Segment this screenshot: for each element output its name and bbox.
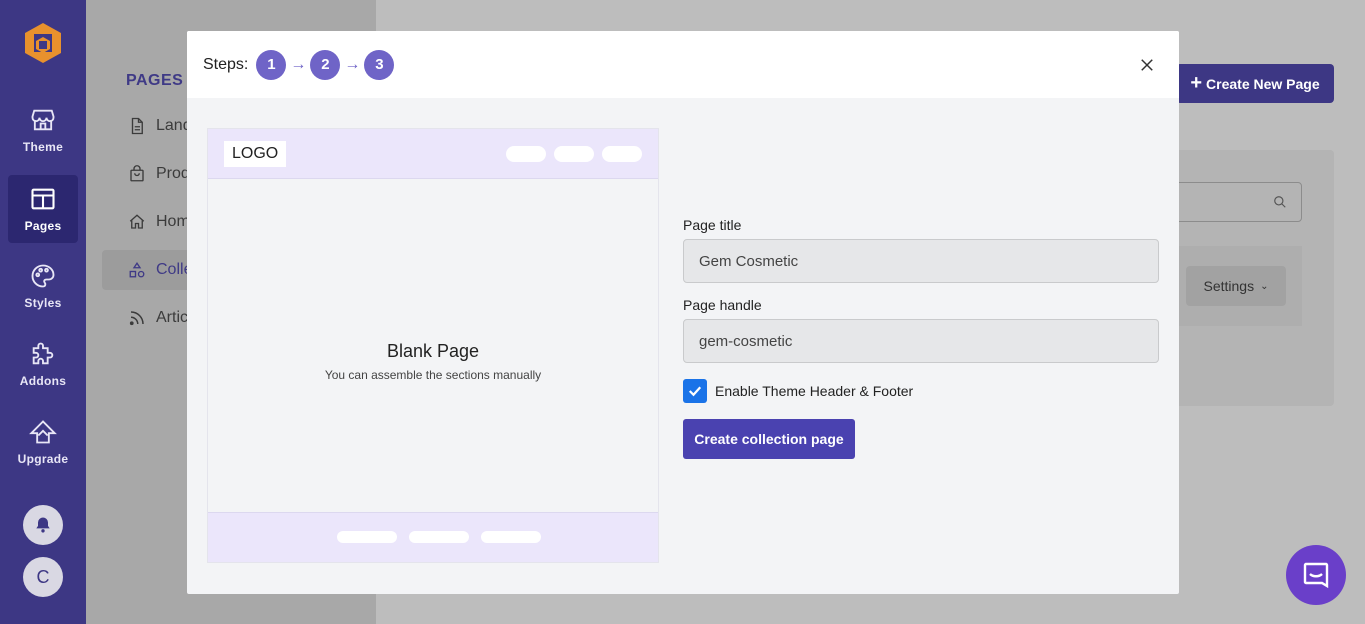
sidebar-item-label: Prod	[156, 165, 190, 182]
palette-icon	[31, 264, 55, 288]
sidebar-item-label: Artic	[156, 309, 188, 326]
modal-header: Steps: 1 → 2 → 3	[187, 31, 1179, 98]
app-rail: Theme Pages Styles Addons Upgrade C	[0, 0, 86, 624]
rail-item-styles[interactable]: Styles	[8, 252, 78, 320]
preview-title: Blank Page	[386, 341, 480, 361]
header-footer-checkbox[interactable]	[683, 379, 707, 403]
settings-label: Settings	[1203, 278, 1255, 294]
create-new-page-label: Create New Page	[1206, 75, 1320, 92]
bag-icon	[130, 165, 144, 182]
chat-icon	[1303, 562, 1329, 589]
notification-button[interactable]	[23, 505, 63, 545]
preview-nav-pill	[554, 146, 594, 162]
bell-icon	[36, 517, 50, 533]
settings-button[interactable]: Settings ⌄	[1186, 266, 1286, 306]
close-icon	[1141, 59, 1153, 71]
rail-item-addons[interactable]: Addons	[8, 330, 78, 398]
preview-footer-pill	[481, 531, 541, 543]
preview-body: Blank Page You can assemble the sections…	[208, 341, 658, 382]
create-new-page-button[interactable]: + Create New Page	[1176, 64, 1334, 103]
preview-header: LOGO	[208, 129, 658, 179]
rail-item-upgrade[interactable]: Upgrade	[8, 408, 78, 476]
puzzle-icon	[32, 342, 54, 365]
rail-item-label: Theme	[22, 140, 64, 154]
search-icon	[1274, 196, 1286, 208]
rail-item-label: Pages	[24, 219, 62, 233]
step-1[interactable]: 1	[256, 49, 287, 80]
preview-footer-pill	[337, 531, 397, 543]
preview-nav-pill	[506, 146, 546, 162]
arrow-right-icon: →	[344, 55, 361, 73]
chat-launcher-button[interactable]	[1286, 545, 1346, 605]
layout-icon	[31, 188, 55, 210]
header-footer-option: Enable Theme Header & Footer	[683, 379, 1159, 403]
arrow-right-icon: →	[290, 55, 307, 73]
page-preview: LOGO Blank Page You can assemble the sec…	[207, 128, 659, 563]
page-form: Page title Page handle Enable Theme Head…	[683, 217, 1159, 459]
close-button[interactable]	[1135, 53, 1159, 77]
page-title-label: Page title	[683, 217, 742, 233]
step-3[interactable]: 3	[364, 49, 395, 80]
rail-item-theme[interactable]: Theme	[8, 96, 78, 164]
search-input[interactable]	[1160, 182, 1302, 222]
avatar-letter: C	[36, 566, 50, 587]
step-2[interactable]: 2	[310, 49, 341, 80]
header-footer-label: Enable Theme Header & Footer	[715, 383, 914, 399]
create-page-modal: Steps: 1 → 2 → 3 LOGO Blank Page You can…	[187, 31, 1179, 594]
store-icon	[31, 109, 55, 131]
steps-label: Steps:	[203, 55, 249, 73]
rail-item-pages[interactable]: Pages	[8, 175, 78, 243]
plus-icon: +	[1190, 72, 1203, 94]
preview-subtitle: You can assemble the sections manually	[324, 368, 542, 382]
preview-nav-pill	[602, 146, 642, 162]
home-icon	[129, 214, 145, 229]
chevron-down-icon: ⌄	[1260, 280, 1269, 292]
preview-logo: LOGO	[224, 141, 287, 167]
rss-icon	[129, 311, 144, 326]
check-icon	[688, 386, 702, 397]
document-icon	[131, 117, 143, 135]
sidebar-item-label: Hom	[156, 213, 190, 230]
preview-footer	[208, 512, 658, 562]
rail-item-label: Styles	[24, 296, 62, 310]
avatar[interactable]: C	[23, 557, 63, 597]
rail-item-label: Upgrade	[17, 452, 69, 466]
app-logo-icon[interactable]	[21, 21, 65, 65]
page-title-input[interactable]	[683, 239, 1159, 283]
upgrade-icon	[29, 420, 57, 444]
preview-footer-pill	[409, 531, 469, 543]
sidebar-title: PAGES	[126, 72, 184, 89]
create-collection-page-button[interactable]: Create collection page	[683, 419, 855, 459]
page-handle-input[interactable]	[683, 319, 1159, 363]
page-handle-label: Page handle	[683, 297, 762, 313]
shapes-icon	[129, 262, 145, 278]
rail-item-label: Addons	[19, 374, 67, 388]
